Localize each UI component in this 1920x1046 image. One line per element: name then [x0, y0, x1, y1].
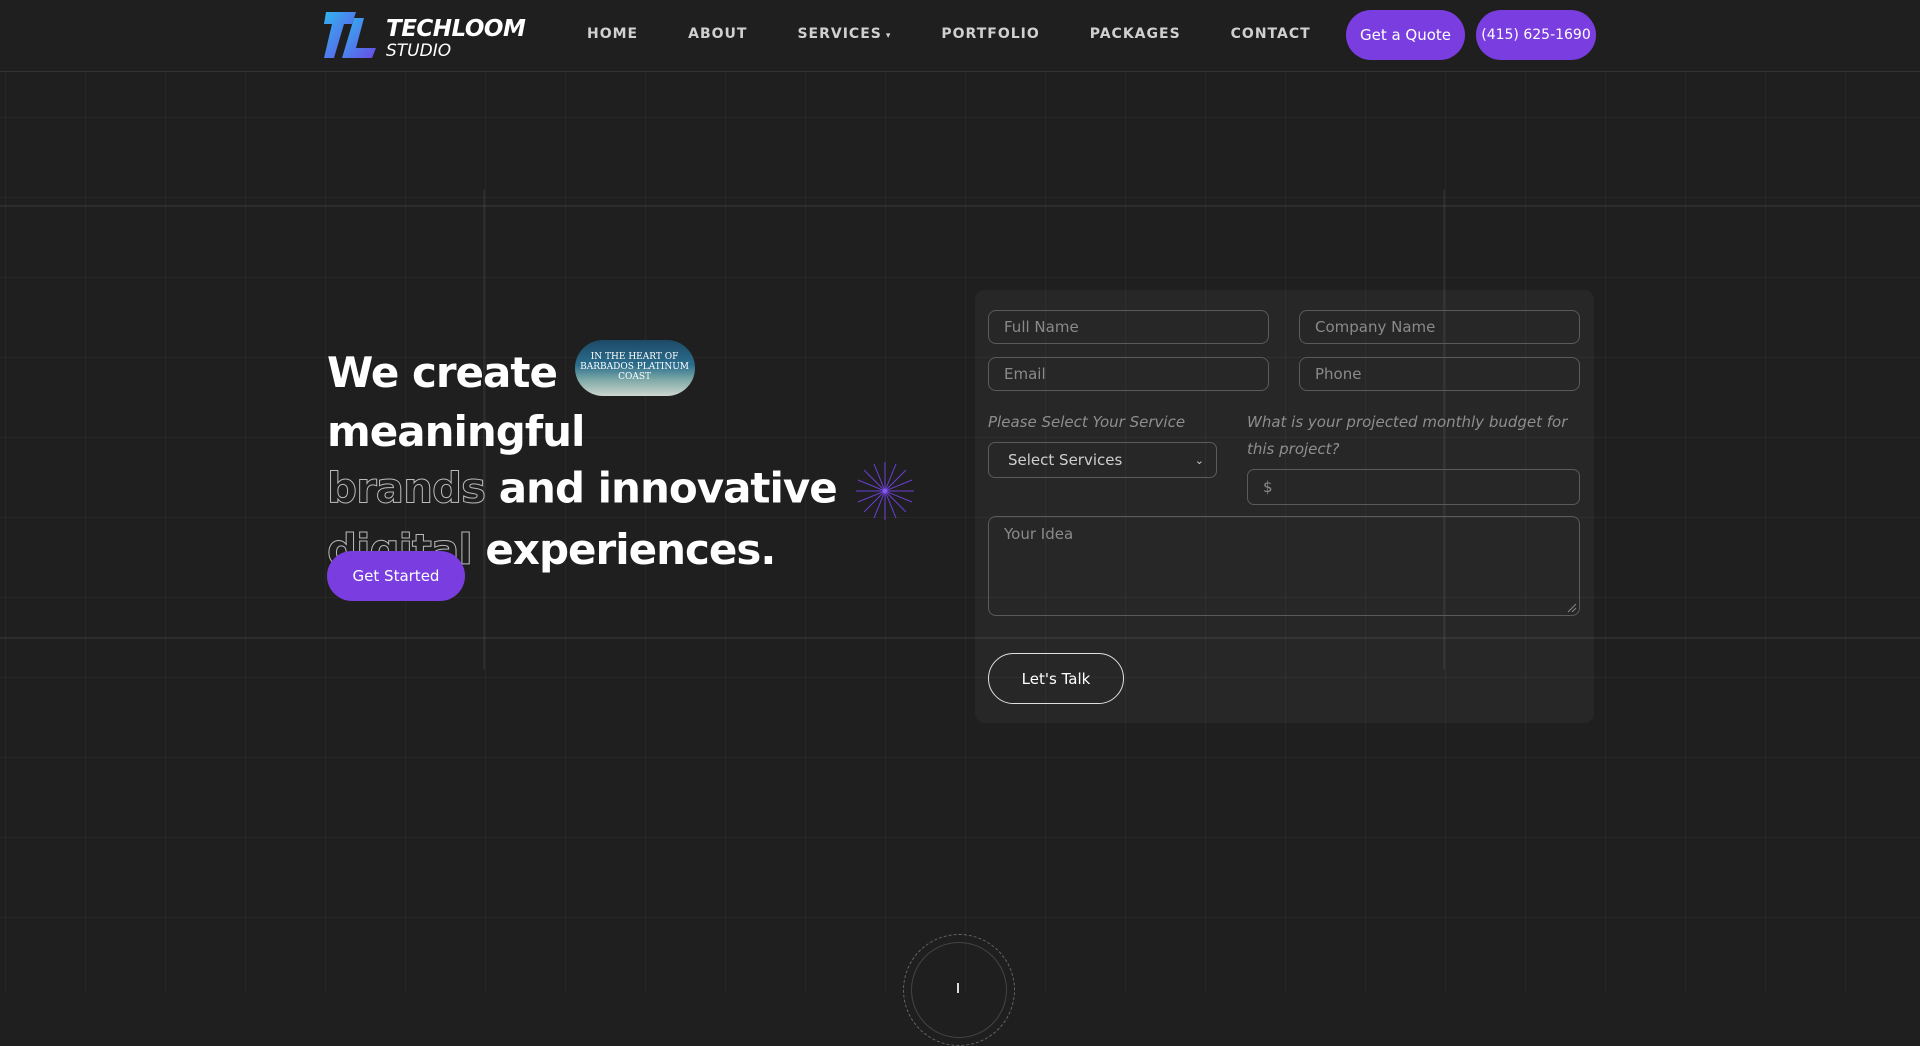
idea-textarea[interactable]: Your Idea [988, 516, 1580, 616]
site-header: TECHLOOM STUDIO HOME ABOUT SERVICES ▾ POR… [0, 0, 1920, 72]
pill-image-caption: IN THE HEART OF BARBADOS PLATINUM COAST [580, 351, 690, 382]
hero-pill-image: IN THE HEART OF BARBADOS PLATINUM COAST [574, 339, 695, 396]
logo-mark-icon [324, 12, 376, 58]
company-name-field[interactable] [1299, 310, 1580, 344]
nav-item-contact[interactable]: CONTACT [1231, 26, 1311, 42]
nav-item-portfolio[interactable]: PORTFOLIO [941, 26, 1039, 42]
get-started-button[interactable]: Get Started [327, 551, 465, 601]
logo[interactable]: TECHLOOM STUDIO [324, 10, 526, 61]
phone-field[interactable] [1299, 357, 1580, 391]
glow-line [0, 205, 1920, 207]
full-name-field[interactable] [988, 310, 1269, 344]
logo-text-primary: TECHLOOM [386, 16, 526, 42]
glow-line [0, 637, 1920, 639]
budget-label: What is your projected monthly budget fo… [1247, 413, 1568, 458]
budget-field[interactable]: $ [1247, 469, 1580, 505]
chevron-down-icon: ⌄ [1194, 453, 1204, 467]
nav-item-about[interactable]: ABOUT [688, 26, 747, 42]
logo-text-secondary: STUDIO [386, 41, 452, 61]
idea-placeholder: Your Idea [1004, 525, 1074, 543]
email-field[interactable] [988, 357, 1269, 391]
headline-text: and innovative [498, 463, 838, 512]
headline-text: We create [327, 348, 558, 397]
contact-form: Please Select Your Service Select Servic… [975, 290, 1594, 723]
headline-text: meaningful [327, 406, 585, 456]
scroll-arrow-icon [957, 983, 959, 993]
caret-down-icon: ▾ [885, 31, 892, 41]
service-select-value: Select Services [1008, 451, 1123, 469]
get-quote-button[interactable]: Get a Quote [1346, 10, 1465, 60]
headline-outline-text: brands [326, 463, 486, 513]
nav-item-home[interactable]: HOME [587, 26, 638, 42]
service-label: Please Select Your Service [988, 413, 1186, 431]
lets-talk-button[interactable]: Let's Talk [988, 653, 1124, 704]
sparkle-burst-icon [856, 461, 915, 520]
resize-handle-icon[interactable] [1567, 603, 1577, 613]
main-nav: HOME ABOUT SERVICES ▾ PORTFOLIO PACKAGES … [587, 26, 1361, 42]
phone-button[interactable]: (415) 625-1690 [1476, 10, 1596, 60]
headline-text: experiences. [485, 524, 776, 574]
currency-symbol: $ [1263, 478, 1273, 496]
service-select[interactable]: Select Services ⌄ [988, 442, 1217, 478]
scroll-indicator-inner [911, 942, 1007, 1038]
hero-headline: We create IN THE HEART OF BARBADOS PLATI… [326, 339, 967, 578]
nav-item-services-label: SERVICES [797, 26, 882, 42]
nav-item-services[interactable]: SERVICES ▾ [797, 26, 891, 42]
nav-item-packages[interactable]: PACKAGES [1090, 26, 1181, 42]
